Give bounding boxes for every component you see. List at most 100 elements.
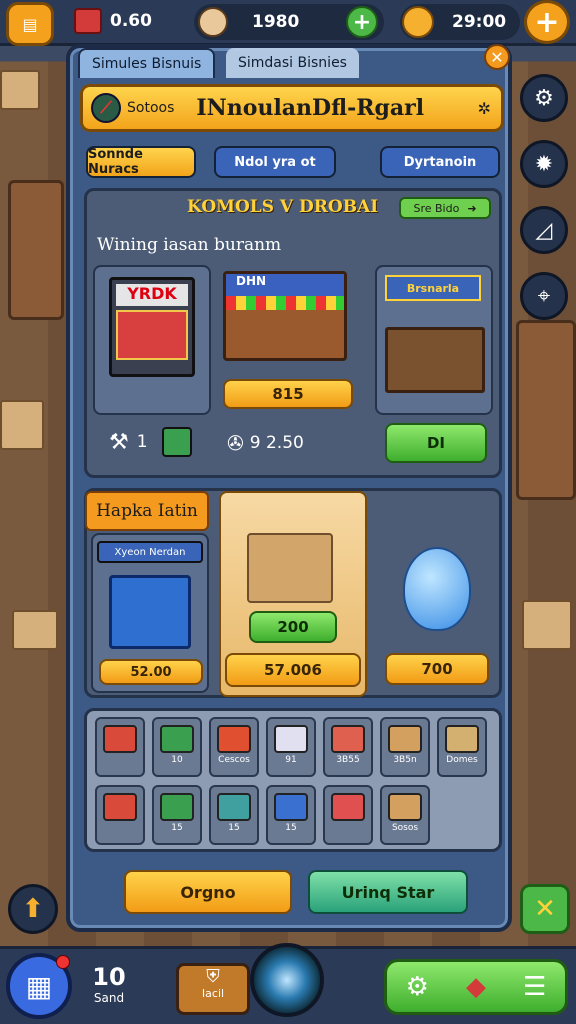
boxes-quantity-button[interactable]: 200 [249,611,337,643]
business-panel: Simules Bisnuis Simdasi Bisnies ✕ ⟋ Soto… [66,44,512,932]
sand-counter: 10 Sand [84,963,134,1005]
close-button[interactable]: ✕ [484,44,510,70]
inventory-item[interactable] [95,717,145,777]
menu-bar: ⚙ ◆ ☰ [384,959,568,1015]
item-icon [274,725,308,753]
top-hud: ▤ 0.60 1980 + 29:00 + [0,0,576,46]
tab-simules-bisnuis[interactable]: Simules Bisnuis [78,48,216,78]
camera-lens-icon[interactable] [250,943,324,1017]
stall-card[interactable]: DHN 815 [213,265,357,417]
item-icon [274,793,308,821]
notification-dot [56,955,70,969]
hamburger-menu-icon[interactable]: ☰ [523,972,546,1002]
title-banner: ⟋ Sotoos INnoulanDfl-Rgarl ✲ [80,84,504,132]
item-icon [217,793,251,821]
add-cash-button[interactable]: + [346,6,378,38]
item-label: 15 [171,823,183,833]
item-icon [103,793,137,821]
boxes-price-button[interactable]: 57.006 [225,653,361,687]
blue-gem-icon [403,547,471,631]
wrench-icon: ✇ [227,431,244,455]
bg-box [522,600,572,650]
shop-section: KOMOLS V DROBAI Sre Bido ➜ Wining iasan b… [84,188,502,478]
bg-box [0,70,40,110]
booth-poster [116,310,188,360]
gift-box-icon [74,8,102,34]
inventory-item[interactable]: 3B5n [380,717,430,777]
inventory-item[interactable]: 10 [152,717,202,777]
item-icon [388,725,422,753]
stall-price-button[interactable]: 815 [223,379,353,409]
inventory-item[interactable]: 15 [266,785,316,845]
inventory-item[interactable]: 91 [266,717,316,777]
bg-shelf [8,180,64,320]
boxes-card[interactable]: 200 57.006 [219,491,367,697]
book-icon [161,427,192,457]
tab-simdasi-bisnies[interactable]: Simdasi Bisnies [226,48,359,78]
hammer-icon: ⚒ [109,429,129,455]
gear-icon[interactable]: ⚙ [406,972,429,1002]
badge-button[interactable]: ⛨ Iacil [176,963,250,1015]
bg-box [0,400,44,450]
right-action-button[interactable]: Urinq Star [308,870,468,914]
item-label: 3B55 [336,755,360,765]
gift-icon[interactable]: ◆ [466,972,486,1002]
badge-label: Iacil [201,987,225,1000]
basket-card[interactable]: Xyeon Nerdan 52.00 [91,533,209,693]
shop-tag[interactable]: Sre Bido ➜ [399,197,491,219]
upgrade-gear-icon[interactable]: ✹ [520,140,568,188]
inventory-item[interactable]: Domes [437,717,487,777]
inventory-item[interactable]: 15 [152,785,202,845]
stall-image: DHN [223,271,347,361]
basket-label: Xyeon Nerdan [97,541,203,563]
shop-tag-label: Sre Bido [413,201,460,215]
booth-image: YRDK [109,277,195,377]
no-sign-icon: ⟋ [91,93,121,123]
inventory-item[interactable] [95,785,145,845]
item-icon [160,725,194,753]
title-tag: Sotoos [127,100,175,116]
filter-ndol[interactable]: Ndol yra ot [214,146,336,178]
offer-heading: Hapka Iatin [85,491,209,531]
stat-tools-value: 1 [136,432,148,452]
sand-count: 10 [92,963,126,991]
inventory-item[interactable]: 3B55 [323,717,373,777]
item-icon [388,793,422,821]
inventory-item[interactable] [323,785,373,845]
basket-price-button[interactable]: 52.00 [99,659,203,685]
gem-card[interactable]: 700 [379,533,497,693]
inventory-item[interactable]: Cescos [209,717,259,777]
item-label: Cescos [218,755,250,765]
bottom-hud: ▦ 10 Sand ⛨ Iacil ⚙ ◆ ☰ [0,943,576,1024]
arrow-up-icon[interactable]: ⬆ [8,884,58,934]
item-icon [331,725,365,753]
add-gems-button[interactable]: + [524,0,570,44]
location-icon[interactable]: ⌖ [520,272,568,320]
item-label: 3B5n [393,755,417,765]
left-action-button[interactable]: Orgno [124,870,292,914]
filter-dyrtanoin[interactable]: Dyrtanoin [380,146,500,178]
booth-card[interactable]: YRDK [93,265,211,415]
gold-coin-icon [402,6,434,38]
booth-sign: YRDK [116,284,188,306]
item-label: 10 [171,755,183,765]
shop-card[interactable]: Brsnarla [375,265,493,415]
gems-display: 29:00 [400,4,520,40]
inventory-item[interactable]: 15 [209,785,259,845]
shop-sign: Brsnarla [385,275,481,301]
shop-counter-image [385,327,485,393]
stat-wrench: ✇ 9 2.50 [227,431,304,455]
item-label: Domes [446,755,478,765]
item-label: 91 [285,755,297,765]
gem-price-button[interactable]: 700 [385,653,489,685]
shop-menu-icon[interactable]: ▤ [6,2,54,46]
settings-gear-icon[interactable]: ⚙ [520,74,568,122]
bg-box [12,610,58,650]
buy-button[interactable]: DI [385,423,487,463]
close-x-icon[interactable]: ✕ [520,884,570,934]
avatar[interactable] [198,7,228,37]
filter-sonnde-nuracs[interactable]: Sonnde Nuracs [86,146,196,178]
build-icon[interactable]: ◿ [520,206,568,254]
stall-awning [226,296,344,310]
inventory-item[interactable]: Sosos [380,785,430,845]
